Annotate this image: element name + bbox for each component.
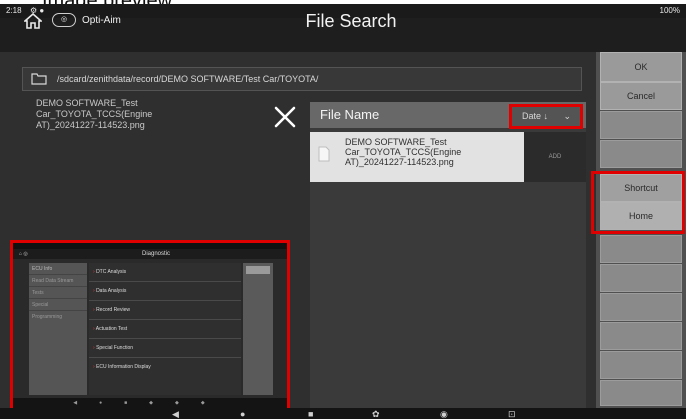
status-time: 2:18 bbox=[6, 6, 22, 15]
folder-icon bbox=[31, 73, 47, 85]
preview-left-menu: ECU Info Read Data Stream Tests Special … bbox=[29, 263, 87, 395]
cancel-button[interactable]: Cancel bbox=[600, 82, 682, 110]
back-icon[interactable]: ◀ bbox=[172, 409, 179, 419]
preview-menu-label: Actuation Test bbox=[95, 326, 128, 332]
empty-slot-button[interactable] bbox=[600, 235, 682, 263]
browser-nav-icon[interactable]: ◉ bbox=[440, 409, 448, 419]
preview-left-item: Programming bbox=[32, 314, 63, 320]
preview-menu-item: › ECU Information Display bbox=[89, 358, 241, 377]
preview-chevron-icon: › bbox=[93, 345, 95, 351]
preview-chevron-icon: › bbox=[93, 326, 95, 332]
battery-status: 100% bbox=[659, 6, 680, 15]
empty-slot-button[interactable] bbox=[600, 140, 682, 168]
preview-menu-item: › Data Analysis bbox=[89, 282, 241, 301]
preview-menu-label: ECU Information Display bbox=[96, 364, 151, 370]
device-screen: 2:18 ⚙ ● 100% ◎ Opti-Aim File Search /sdc… bbox=[0, 4, 686, 419]
file-item-name: DEMO SOFTWARE_Test Car_TOYOTA_TCCS(Engin… bbox=[345, 137, 462, 167]
home-icon[interactable] bbox=[24, 13, 42, 29]
empty-slot-button[interactable] bbox=[600, 111, 682, 139]
preview-right-bar bbox=[243, 263, 273, 395]
current-path: /sdcard/zenithdata/record/DEMO SOFTWARE/… bbox=[57, 74, 319, 84]
selected-file-name: DEMO SOFTWARE_Test Car_TOYOTA_TCCS(Engin… bbox=[36, 98, 153, 130]
brand-logo: ◎ Opti-Aim bbox=[52, 13, 121, 29]
preview-menu-label: DTC Analysis bbox=[96, 269, 127, 275]
preview-menu-item: › Record Review bbox=[89, 301, 241, 320]
preview-main-menu: › DTC Analysis › Data Analysis › Record … bbox=[89, 263, 241, 395]
chevron-down-icon: ⌄ bbox=[563, 111, 571, 121]
image-preview: Diagnostic ⌂ ◎ ECU Info Read Data Stream… bbox=[10, 240, 290, 412]
preview-chevron-icon: › bbox=[93, 364, 95, 370]
screenshot-nav-icon[interactable]: ⊡ bbox=[508, 409, 516, 419]
close-icon[interactable] bbox=[272, 104, 298, 130]
preview-chevron-icon: › bbox=[93, 269, 95, 275]
preview-home-icon: ⌂ ◎ bbox=[19, 251, 28, 257]
sort-arrow-icon: ↓ bbox=[543, 111, 549, 121]
preview-menu-label: Data Analysis bbox=[96, 288, 127, 294]
home-nav-icon[interactable]: ● bbox=[240, 409, 245, 419]
file-name-column: File Name bbox=[320, 107, 380, 122]
preview-chevron-icon: › bbox=[93, 288, 95, 294]
preview-menu-item: › Special Function bbox=[89, 339, 241, 358]
preview-menu-item: › Actuation Test bbox=[89, 320, 241, 339]
empty-slot-button[interactable] bbox=[600, 264, 682, 292]
sort-value: Date bbox=[522, 111, 542, 121]
recent-apps-icon[interactable]: ■ bbox=[308, 409, 313, 419]
preview-menu-label: Special Function bbox=[96, 345, 134, 351]
preview-right-button bbox=[246, 266, 270, 274]
sort-dropdown[interactable]: Date ↓ ⌄ bbox=[509, 104, 583, 129]
add-button[interactable]: ADD bbox=[524, 132, 586, 182]
path-bar: /sdcard/zenithdata/record/DEMO SOFTWARE/… bbox=[22, 67, 582, 91]
preview-title: Diagnostic bbox=[141, 251, 170, 257]
empty-slot-button[interactable] bbox=[600, 322, 682, 350]
system-nav-bar bbox=[0, 408, 686, 419]
preview-menu-item: › DTC Analysis bbox=[89, 263, 241, 282]
ok-button[interactable]: OK bbox=[600, 52, 682, 82]
brand-name: Opti-Aim bbox=[82, 15, 121, 26]
shortcut-home-highlight bbox=[591, 171, 685, 234]
preview-chevron-icon: › bbox=[93, 307, 95, 313]
file-icon bbox=[318, 146, 330, 162]
empty-slot-button[interactable] bbox=[600, 293, 682, 321]
preview-left-item: Tests bbox=[29, 287, 87, 299]
empty-slot-button[interactable] bbox=[600, 380, 682, 406]
preview-left-item: ECU Info bbox=[29, 263, 87, 275]
brand-badge-icon: ◎ bbox=[52, 13, 76, 28]
page-title: File Search bbox=[305, 11, 397, 31]
preview-left-item: Read Data Stream bbox=[29, 275, 87, 287]
preview-menu-label: Record Review bbox=[96, 307, 130, 313]
empty-slot-button[interactable] bbox=[600, 351, 682, 379]
preview-left-item: Special bbox=[29, 299, 87, 311]
settings-nav-icon[interactable]: ✿ bbox=[372, 409, 380, 419]
